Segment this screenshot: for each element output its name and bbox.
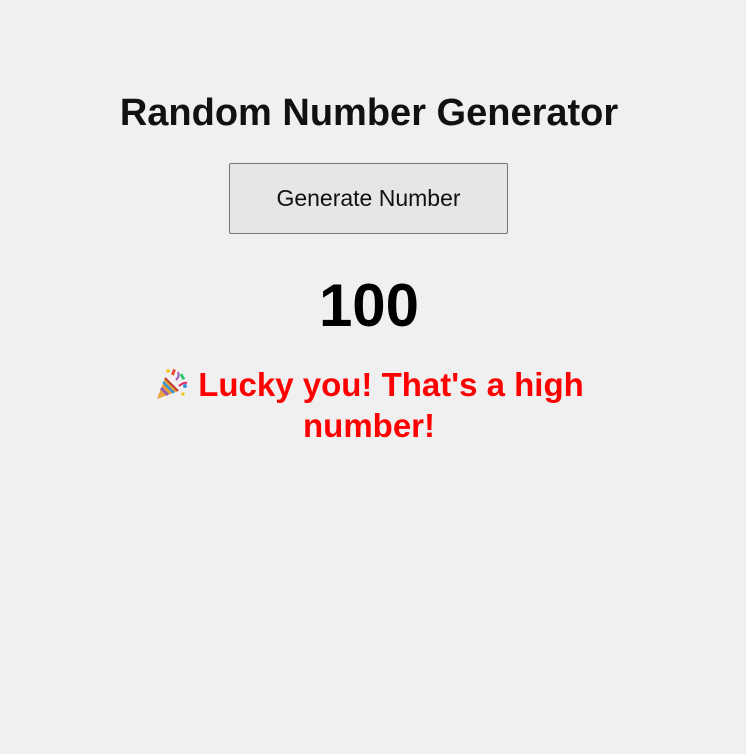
result-message-text: Lucky you! That's a high number! xyxy=(198,366,584,444)
party-popper-icon xyxy=(154,366,190,402)
result-number: 100 xyxy=(318,272,420,339)
result-message: Lucky you! That's a high number! xyxy=(120,364,618,446)
generate-number-button[interactable]: Generate Number xyxy=(229,163,508,234)
page-title: Random Number Generator xyxy=(119,92,619,134)
app-container: Random Number Generator Generate Number … xyxy=(0,0,746,754)
